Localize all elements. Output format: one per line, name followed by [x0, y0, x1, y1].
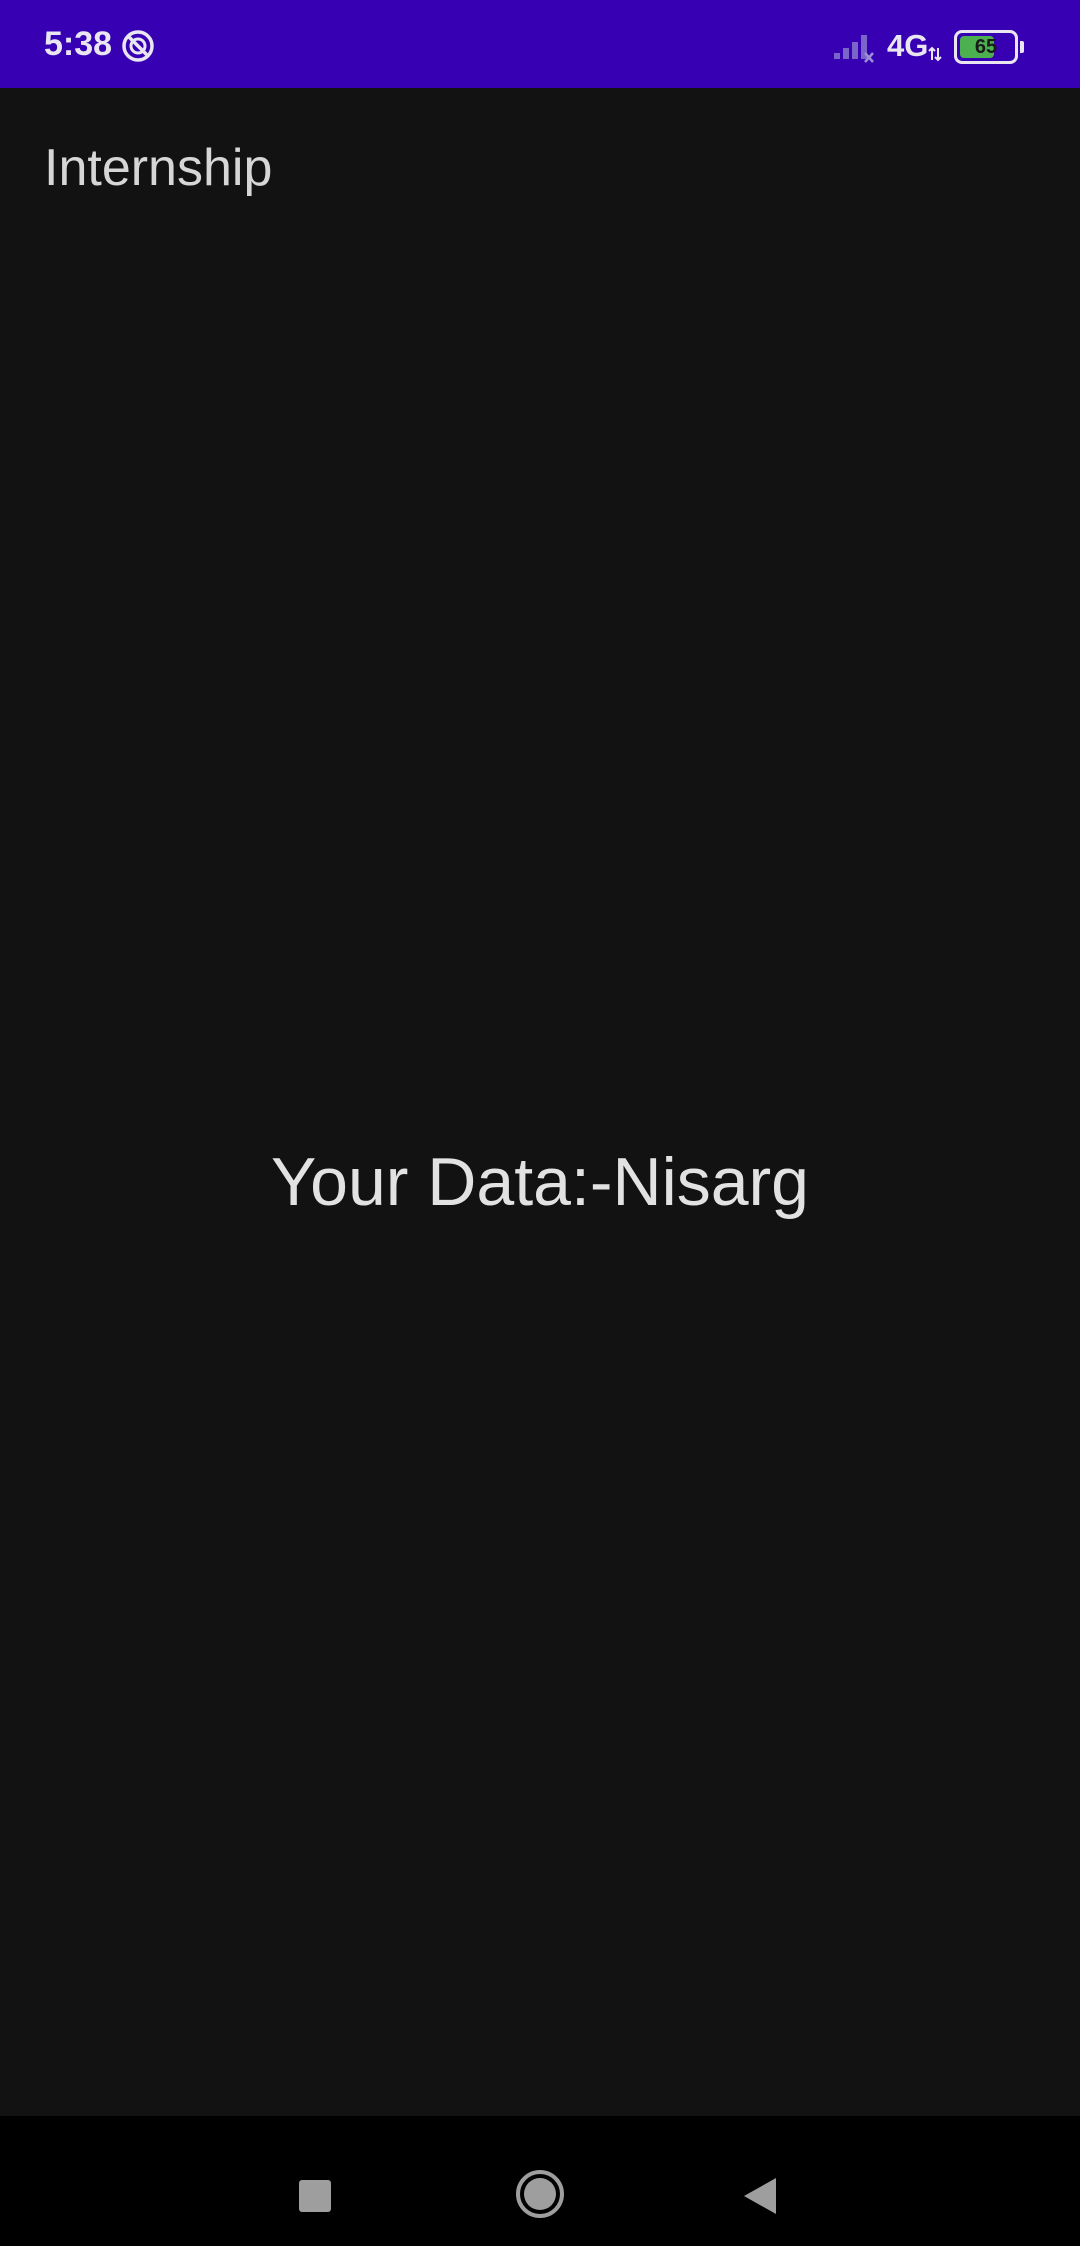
battery-icon: 65 — [954, 30, 1024, 64]
app-bar: Internship — [0, 88, 1080, 248]
signal-icon — [832, 31, 876, 65]
app-title: Internship — [44, 139, 273, 197]
back-icon[interactable] — [742, 2176, 778, 2216]
status-time: 5:38 — [44, 25, 113, 63]
network-type-label: 4G — [887, 28, 929, 63]
battery-cap — [1020, 41, 1024, 53]
dnd-icon — [121, 29, 155, 63]
main-content: Your Data:-Nisarg — [0, 248, 1080, 2116]
app-screen: 5:38 4G 65 Internship Your Data:-Nisarg — [0, 0, 1080, 2246]
status-bar: 5:38 4G 65 — [0, 0, 1080, 88]
data-text: Your Data:-Nisarg — [271, 1144, 809, 1220]
battery-level: 65 — [974, 36, 998, 58]
navigation-bar — [0, 2116, 1080, 2246]
data-arrows-icon — [928, 46, 942, 62]
recents-icon[interactable] — [299, 2180, 331, 2212]
home-icon[interactable] — [514, 2168, 566, 2220]
